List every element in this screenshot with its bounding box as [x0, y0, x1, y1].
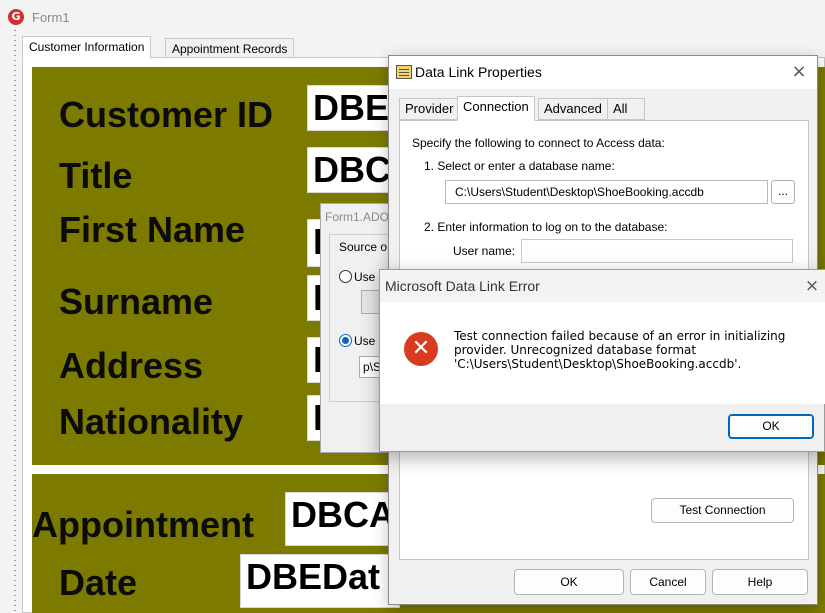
tab-all[interactable]: All: [607, 98, 645, 120]
label-first-name: First Name: [59, 209, 246, 250]
tab-provider[interactable]: Provider: [399, 98, 460, 120]
tab-advanced[interactable]: Advanced: [538, 98, 608, 120]
field-title[interactable]: DBC: [307, 147, 397, 193]
dlp-titlebar: Data Link Properties ×: [389, 56, 817, 89]
app-icon: G: [8, 9, 24, 25]
label-appointment: Appointment: [32, 504, 254, 545]
error-title: Microsoft Data Link Error: [385, 278, 540, 294]
field-date[interactable]: DBEDat: [240, 554, 400, 608]
ado-radio-2-label: Use: [354, 334, 376, 348]
error-message: Test connection failed because of an err…: [454, 329, 786, 371]
tab-connection[interactable]: Connection: [457, 96, 535, 121]
form-title: Form1: [32, 10, 70, 25]
data-link-icon: [396, 65, 412, 79]
dlp-step2: 2. Enter information to log on to the da…: [424, 220, 668, 234]
designer-grid: [14, 30, 16, 613]
label-nationality: Nationality: [59, 401, 244, 442]
error-ok-button[interactable]: OK: [728, 414, 814, 439]
test-connection-button[interactable]: Test Connection: [651, 498, 794, 523]
data-link-error-dialog: Microsoft Data Link Error × ✕ Test conne…: [379, 269, 825, 452]
field-appointment[interactable]: DBCA: [285, 492, 395, 546]
form-titlebar: G Form1: [0, 0, 825, 38]
close-icon[interactable]: ×: [787, 60, 811, 84]
ado-radio-2[interactable]: [339, 334, 352, 347]
ado-source-label: Source o: [337, 240, 390, 254]
label-customer-id: Customer ID: [59, 94, 274, 135]
ok-button[interactable]: OK: [514, 569, 624, 595]
ado-radio-1[interactable]: [339, 270, 352, 283]
error-icon: ✕: [404, 332, 438, 366]
cancel-button[interactable]: Cancel: [630, 569, 706, 595]
user-name-label: User name:: [453, 244, 516, 258]
tab-customer-information[interactable]: Customer Information: [22, 36, 152, 59]
dlp-step1: 1. Select or enter a database name:: [424, 159, 615, 173]
browse-button[interactable]: ...: [771, 180, 795, 204]
dlp-intro: Specify the following to connect to Acce…: [412, 136, 665, 150]
label-date: Date: [59, 562, 138, 603]
label-address: Address: [59, 345, 204, 386]
label-surname: Surname: [59, 281, 214, 322]
ado-title: Form1.ADO: [325, 210, 390, 224]
dlp-title: Data Link Properties: [415, 64, 542, 80]
help-button[interactable]: Help: [712, 569, 808, 595]
ado-radio-1-label: Use: [354, 270, 376, 284]
label-title: Title: [59, 155, 133, 196]
error-titlebar: Microsoft Data Link Error ×: [380, 270, 825, 302]
field-customer-id[interactable]: DBE: [307, 85, 397, 131]
database-name-input[interactable]: C:\Users\Student\Desktop\ShoeBooking.acc…: [445, 180, 768, 204]
tab-appointment-records[interactable]: Appointment Records: [165, 38, 295, 58]
user-name-input[interactable]: [521, 239, 793, 263]
close-icon[interactable]: ×: [800, 274, 824, 298]
